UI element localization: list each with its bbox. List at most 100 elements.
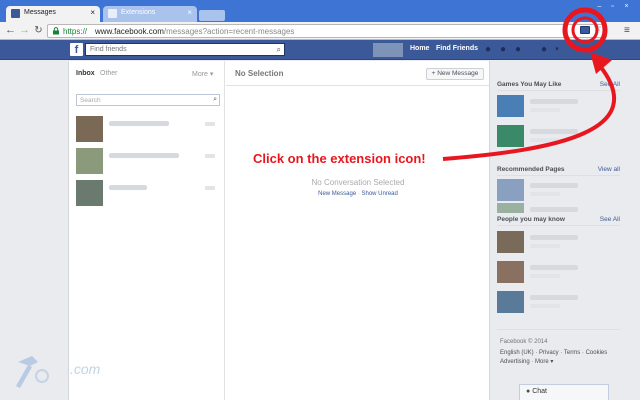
list-item[interactable]	[497, 231, 620, 255]
chat-bar[interactable]: ● Chat	[519, 384, 609, 400]
tab-other[interactable]: Other	[100, 70, 118, 77]
back-arrow-icon[interactable]: ←	[5, 25, 16, 36]
list-item[interactable]	[497, 125, 620, 149]
list-item[interactable]	[69, 177, 224, 209]
item-subtitle	[530, 244, 560, 248]
forward-arrow-icon[interactable]: →	[19, 25, 30, 36]
extension-icon[interactable]	[580, 26, 590, 34]
games-heading: Games You May Like	[497, 81, 562, 88]
item-subtitle	[530, 304, 560, 308]
right-sidebar: Games You May Like See All Recommended P…	[493, 61, 622, 400]
puzzle-icon	[108, 9, 117, 18]
privacy-shortcuts-icon[interactable]: ●	[538, 44, 550, 55]
divider	[497, 175, 620, 176]
browser-toolbar: ← → ↻ https:// www.facebook.com/messages…	[0, 22, 640, 40]
url-path: /messages?action=recent-messages	[163, 27, 295, 36]
lock-icon	[53, 27, 59, 35]
game-thumbnail	[497, 125, 524, 147]
list-item[interactable]	[69, 145, 224, 177]
list-item[interactable]	[497, 203, 620, 227]
list-item[interactable]	[69, 113, 224, 145]
maximize-icon[interactable]: ▫	[607, 2, 618, 11]
divider	[497, 225, 620, 226]
browser-chrome: Messages × Extensions × – ▫ × ← → ↻ http…	[0, 0, 640, 40]
friend-requests-icon[interactable]: ●	[482, 44, 494, 55]
more-dropdown[interactable]: More ▾	[192, 70, 213, 78]
avatar	[497, 231, 524, 253]
conversation-name	[109, 121, 169, 126]
messages-icon[interactable]: ●	[497, 44, 509, 55]
search-input[interactable]: Find friends ⌕	[85, 43, 285, 56]
facebook-icon	[11, 9, 20, 18]
annotation-text: Click on the extension icon!	[253, 151, 426, 166]
new-message-link[interactable]: New Message	[318, 191, 356, 197]
page-thumbnail	[497, 179, 524, 201]
tab-messages[interactable]: Messages ×	[6, 6, 100, 22]
star-icon[interactable]: ☆	[593, 23, 602, 35]
menu-icon[interactable]: ≡	[624, 25, 630, 37]
avatar	[497, 291, 524, 313]
tab-extensions[interactable]: Extensions ×	[103, 6, 197, 22]
search-icon[interactable]: ⌕	[213, 96, 217, 104]
people-see-all-link[interactable]: See All	[600, 216, 620, 223]
tab-label: Messages	[24, 9, 56, 16]
facebook-header: f Find friends ⌕ Home Find Friends ● ● ●…	[0, 40, 640, 60]
facebook-logo-icon[interactable]: f	[70, 43, 83, 56]
conversation-name	[109, 153, 179, 158]
pages-view-all-link[interactable]: View all	[598, 166, 620, 173]
list-item[interactable]	[497, 179, 620, 203]
footer-links[interactable]: English (UK) · Privacy · Terms · Cookies	[500, 349, 620, 358]
conversation-time	[205, 122, 215, 126]
divider	[497, 90, 620, 91]
url-text: www.facebook.com/messages?action=recent-…	[95, 27, 294, 36]
notifications-icon[interactable]: ●	[512, 44, 524, 55]
tab-inbox[interactable]: Inbox	[76, 70, 95, 77]
account-dropdown-icon[interactable]: ▾	[551, 44, 563, 55]
new-message-button[interactable]: + New Message	[426, 68, 484, 80]
pages-heading: Recommended Pages	[497, 166, 565, 173]
search-icon[interactable]: ⌕	[277, 45, 281, 55]
show-unread-link[interactable]: Show Unread	[362, 191, 398, 197]
search-placeholder: Find friends	[90, 46, 127, 53]
minimize-icon[interactable]: –	[594, 2, 605, 11]
pane-title: No Selection	[235, 69, 284, 78]
item-subtitle	[530, 274, 560, 278]
list-item[interactable]	[497, 291, 620, 315]
item-title	[530, 207, 578, 212]
tab-label: Extensions	[121, 9, 156, 16]
chat-label: Chat	[532, 388, 547, 395]
footer-links-secondary[interactable]: Advertising · More ▾	[500, 358, 620, 367]
avatar	[497, 261, 524, 283]
home-link[interactable]: Home	[410, 45, 429, 52]
search-placeholder: Search	[80, 97, 101, 104]
item-title	[530, 265, 578, 270]
url-host: www.facebook.com	[95, 27, 164, 36]
hammer-logo-icon	[16, 356, 49, 388]
close-window-icon[interactable]: ×	[621, 2, 632, 11]
item-subtitle	[530, 138, 560, 142]
games-see-all-link[interactable]: See All	[600, 81, 620, 88]
address-bar[interactable]: https:// www.facebook.com/messages?actio…	[47, 24, 607, 38]
messages-panel: Inbox Other More ▾ Search ⌕ No Selection…	[68, 61, 490, 400]
find-friends-link[interactable]: Find Friends	[436, 45, 478, 52]
reload-icon[interactable]: ↻	[33, 25, 44, 36]
profile-link[interactable]	[373, 43, 403, 57]
conversation-name	[109, 185, 147, 190]
close-tab-icon[interactable]: ×	[90, 9, 95, 17]
conversation-pane: No Selection + New Message No Conversati…	[226, 61, 490, 400]
list-item[interactable]	[497, 261, 620, 285]
conversation-time	[205, 154, 215, 158]
avatar	[76, 148, 103, 174]
empty-state-text: No Conversation Selected	[311, 178, 405, 187]
item-subtitle	[530, 192, 560, 196]
item-title	[530, 129, 578, 134]
new-tab-button[interactable]	[199, 10, 225, 21]
page-thumbnail	[497, 203, 524, 213]
list-item[interactable]	[497, 95, 620, 119]
conversation-time	[205, 186, 215, 190]
close-tab-icon[interactable]: ×	[187, 9, 192, 17]
url-scheme: https://	[63, 27, 88, 36]
conversation-search-input[interactable]: Search ⌕	[76, 94, 220, 106]
divider	[226, 85, 490, 86]
item-subtitle	[530, 108, 560, 112]
